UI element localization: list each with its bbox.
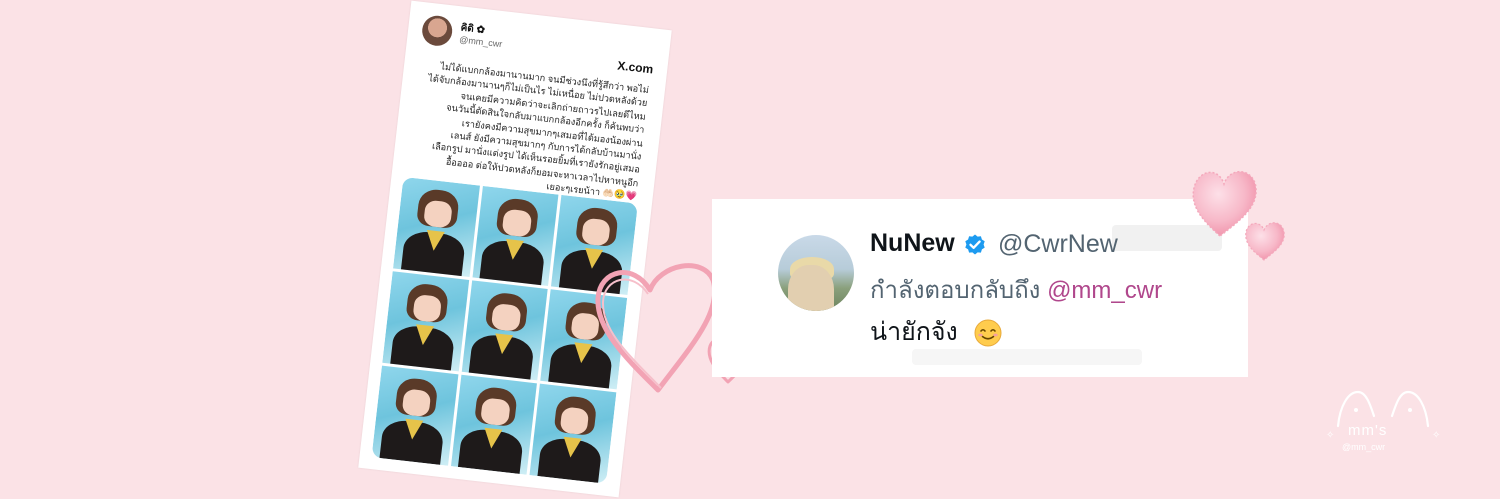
replying-to-prefix: กำลังตอบกลับถึง <box>870 277 1041 304</box>
tweet-handle: @mm_cwr <box>458 34 503 50</box>
avatar[interactable] <box>778 235 854 311</box>
tweet-photo <box>472 185 559 287</box>
tweet-avatar <box>420 14 454 48</box>
fluffy-heart-icons <box>1192 171 1285 261</box>
reply-text: น่ายักจัง <box>870 318 958 346</box>
svg-text:✧: ✧ <box>1326 430 1334 441</box>
tweet-photo <box>461 280 549 381</box>
watermark: ✧ ✧ mm's @mm_cwr <box>1318 386 1448 466</box>
reply-text-line: น่ายักจัง <box>870 312 1003 352</box>
tweet-photo <box>382 271 469 372</box>
tweet-photo <box>393 176 480 277</box>
watermark-line1: mm's <box>1348 422 1388 439</box>
reply-display-name[interactable]: NuNew <box>870 229 955 258</box>
tweet-photo <box>450 374 538 475</box>
tweet-card: คิดิ ✿ @mm_cwr X.com ไม่ได้แบกกล้องมานาน… <box>358 0 672 498</box>
verified-badge-icon <box>965 234 985 255</box>
mention-link[interactable]: @mm_cwr <box>1047 277 1162 304</box>
replying-to-line: กำลังตอบกลับถึง @mm_cwr <box>870 270 1162 309</box>
reply-card: NuNew @CwrNew กำลังตอบกลับถึง @mm_cwr น่… <box>712 199 1248 377</box>
watermark-line2: @mm_cwr <box>1342 442 1386 452</box>
x-logo-icon: X.com <box>616 58 655 77</box>
tweet-photo <box>371 365 459 466</box>
svg-text:✧: ✧ <box>1432 430 1440 441</box>
smiling-face-icon <box>974 319 1002 347</box>
reply-handle[interactable]: @CwrNew <box>998 230 1118 259</box>
